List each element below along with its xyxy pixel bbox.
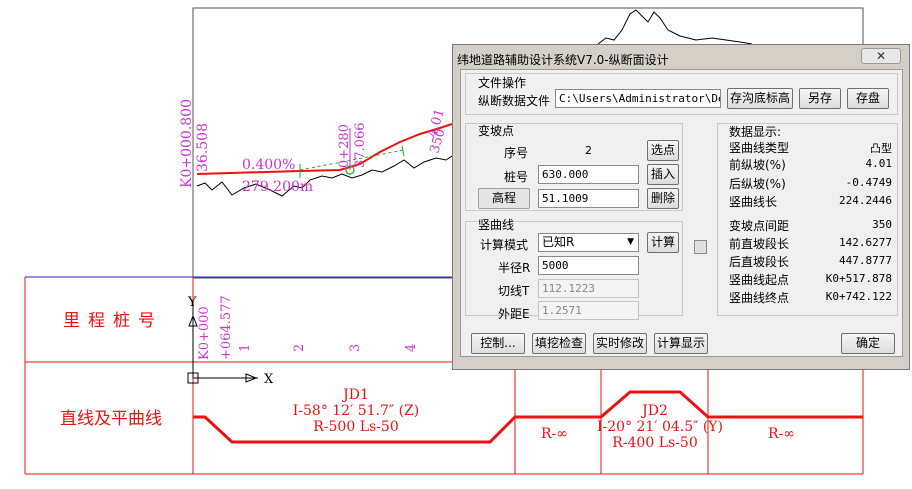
tangent-field: 112.1223 xyxy=(538,279,639,298)
delete-button[interactable]: 删除 xyxy=(647,188,679,209)
file-ops-legend: 文件操作 xyxy=(478,76,527,90)
stake-row-label: 里程桩号 xyxy=(63,311,163,331)
elevation-toggle[interactable]: 高程 xyxy=(478,188,530,209)
display-row-value: 224.2446 xyxy=(839,194,892,207)
terrain-peak xyxy=(597,9,753,45)
mode-label: 计算模式 xyxy=(480,238,529,252)
curve-tick-2 xyxy=(401,145,405,157)
station-input[interactable]: 630.000 xyxy=(538,165,639,184)
close-icon: ✕ xyxy=(875,49,887,63)
save-button[interactable]: 存盘 xyxy=(847,88,889,109)
display-row-value: 4.01 xyxy=(865,157,893,170)
tangent-label: 切线T xyxy=(498,284,530,298)
insert-button[interactable]: 插入 xyxy=(647,164,679,185)
jd2-name: JD2 xyxy=(640,403,668,419)
ucs-y-label: Y xyxy=(187,295,197,310)
scrollbar-thumb[interactable] xyxy=(694,240,707,254)
dialog-title: 纬地道路辅助设计系统V7.0-纵断面设计 xyxy=(457,53,669,67)
start-station-label: K0+000.800 xyxy=(179,99,195,188)
ucs-x-label: X xyxy=(264,372,274,387)
jd2-angle: I-20° 21′ 04.5″ (Y) xyxy=(597,419,723,435)
profile-design-dialog[interactable]: 纬地道路辅助设计系统V7.0-纵断面设计 ✕ 文件操作 纵断数据文件 C:\Us… xyxy=(452,44,910,370)
realtime-modify-button[interactable]: 实时修改 xyxy=(593,333,647,354)
file-label: 纵断数据文件 xyxy=(478,94,551,108)
radius-input[interactable]: 5000 xyxy=(538,256,639,275)
vcurve-legend: 竖曲线 xyxy=(478,218,515,232)
save-ground-elev-button[interactable]: 存沟底标高 xyxy=(727,88,793,109)
seq-label: 序号 xyxy=(504,146,529,160)
jd1-params: R-500 Ls-50 xyxy=(313,419,398,435)
display-row-value: K0+742.122 xyxy=(825,290,892,303)
ground-line xyxy=(196,155,453,197)
r-infinity-1: R-∞ xyxy=(541,426,568,442)
pvi-elev-label: 37.066 xyxy=(353,123,368,169)
pvi-legend: 变坡点 xyxy=(478,124,515,138)
calculate-button[interactable]: 计算 xyxy=(647,232,679,253)
file-path-field[interactable]: C:\Users\Administrator\Desk xyxy=(555,89,721,108)
seq-value: 2 xyxy=(585,144,592,157)
display-row-label: 后纵坡(%) xyxy=(729,177,786,191)
control-button[interactable]: 控制... xyxy=(471,333,525,354)
jd1-angle: I-58° 12′ 51.7″ (Z) xyxy=(293,403,419,419)
alignment-row-label: 直线及平曲线 xyxy=(60,409,162,429)
display-row-label: 前纵坡(%) xyxy=(729,158,786,172)
mode-select-value: 已知R xyxy=(542,235,575,249)
stake-tick-3: 3 xyxy=(348,344,363,352)
external-field: 1.2571 xyxy=(538,301,639,320)
grade-label: 0.400% xyxy=(242,157,295,173)
display-row-label: 竖曲线终点 xyxy=(729,291,790,305)
stake-start-label: K0+000 xyxy=(197,306,212,360)
save-as-button[interactable]: 另存 xyxy=(799,88,841,109)
display-row-value: 凸型 xyxy=(870,142,892,155)
calc-display-button[interactable]: 计算显示 xyxy=(654,333,708,354)
display-row-label: 竖曲线长 xyxy=(729,195,778,209)
display-row-value: -0.4749 xyxy=(845,176,892,189)
design-grade-line xyxy=(196,123,453,175)
display-row-value: 142.6277 xyxy=(839,236,892,249)
display-row-label: 竖曲线起点 xyxy=(729,273,790,287)
select-point-button[interactable]: 选点 xyxy=(647,140,679,161)
jd1-name: JD1 xyxy=(341,387,369,403)
pvi-station-label: 0+280 xyxy=(337,124,352,168)
external-label: 外距E xyxy=(498,307,530,321)
chevron-down-icon: ▼ xyxy=(627,237,634,247)
display-row-value: 350 xyxy=(872,218,892,231)
dialog-body: 文件操作 纵断数据文件 C:\Users\Administrator\Desk … xyxy=(460,69,903,357)
mode-select[interactable]: 已知R ▼ xyxy=(538,233,639,252)
ok-button[interactable]: 确定 xyxy=(841,333,895,354)
stake-tick-2: 2 xyxy=(292,344,307,352)
stake-offset-label: +064.577 xyxy=(219,295,234,360)
station-label: 桩号 xyxy=(504,170,529,184)
r-infinity-2: R-∞ xyxy=(768,426,795,442)
start-elev-label: 36.508 xyxy=(195,123,211,172)
radius-label: 半径R xyxy=(498,261,531,275)
stake-tick-1: 1 xyxy=(238,344,253,352)
display-legend: 数据显示: xyxy=(729,125,782,139)
display-row-label: 竖曲线类型 xyxy=(729,141,790,155)
display-row-label: 前直坡段长 xyxy=(729,237,790,251)
dialog-close-button[interactable]: ✕ xyxy=(861,48,901,64)
cut-fill-check-button[interactable]: 填挖检查 xyxy=(532,333,586,354)
display-row-label: 后直坡段长 xyxy=(729,255,790,269)
display-row-label: 变坡点间距 xyxy=(729,219,790,233)
elevation-input[interactable]: 51.1009 xyxy=(538,189,639,208)
stake-tick-4: 4 xyxy=(404,344,419,352)
jd2-params: R-400 Ls-50 xyxy=(612,435,697,451)
display-row-value: 447.8777 xyxy=(839,254,892,267)
display-row-value: K0+517.878 xyxy=(825,272,892,285)
grade-length-label: 279.200m xyxy=(242,179,313,195)
